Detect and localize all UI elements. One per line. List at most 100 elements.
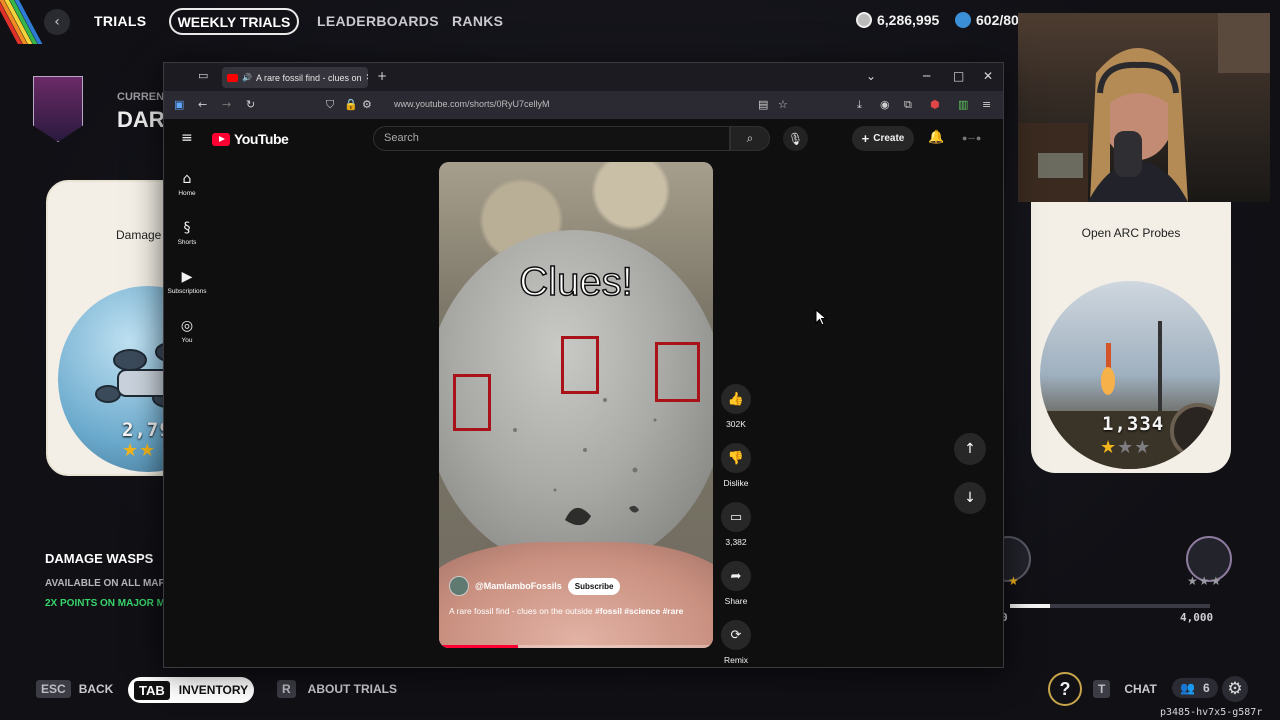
friends-icon: 👥 [1180,681,1195,695]
tier-progress-end: 4,000 [1180,611,1214,624]
back-action[interactable]: ESC BACK [36,680,113,698]
you-icon: ◎ [180,318,194,334]
tab-list-icon[interactable]: ▭ [198,69,208,82]
remix-button[interactable]: ⟳ Remix [719,620,753,665]
sidebar-item-home[interactable]: ⌂ Home [164,171,210,197]
remix-label: Remix [723,655,749,665]
channel-name[interactable]: @MamlamboFossils [475,581,562,591]
previous-short-button[interactable]: ↑ [954,433,986,465]
reload-icon[interactable]: ↻ [246,98,255,112]
back-arrow-icon[interactable]: ← [198,98,207,112]
tier-stars-left: ★ [1008,574,1020,588]
permissions-icon[interactable]: ⚙ [362,98,372,112]
microphone-icon: 🎙 [787,131,804,146]
trial-card-open-arc-probes[interactable]: Open ARC Probes 1,334 ★★★ [1031,201,1231,473]
notifications-bell-icon[interactable]: 🔔 [928,130,944,145]
browser-window: ▭ 🔊 A rare fossil find - clues on ✕ + ⌄ … [163,62,1004,668]
webcam-overlay [1018,13,1270,202]
minimize-button[interactable]: ─ [923,69,930,83]
challenge-title: DAMAGE WASPS [45,551,154,566]
tier-progress-bar [1010,604,1210,608]
sidebar-item-label: You [181,337,193,344]
annotation-box [561,336,599,394]
sidebar-item-label: Subscriptions [167,288,207,295]
trial-card-points: 1,334 [1102,413,1165,435]
sidebar-item-you[interactable]: ◎ You [164,318,210,344]
sidebar-item-subscriptions[interactable]: ▶ Subscriptions [164,269,210,295]
sidebar-item-label: Shorts [177,239,197,246]
like-button[interactable]: 👍 302K [719,384,753,429]
browser-titlebar: ▭ 🔊 A rare fossil find - clues on ✕ + ⌄ … [164,63,1003,91]
caption-hashtags[interactable]: #fossil #science #rare [595,606,683,616]
channel-avatar[interactable] [449,576,469,596]
lock-icon[interactable]: 🔒 [344,98,358,112]
inventory-label: INVENTORY [178,683,249,697]
sidebar-toggle-icon[interactable]: ▣ [174,98,184,112]
bookmark-star-icon[interactable]: ☆ [778,98,788,112]
annotation-box [655,342,700,402]
sidebar-item-shorts[interactable]: § Shorts [164,220,210,246]
chat-action[interactable]: T CHAT [1093,680,1157,698]
search-icon: ⌕ [746,131,754,145]
maximize-button[interactable]: □ [953,69,964,83]
nav-ranks[interactable]: RANKS [452,13,503,29]
account-icon[interactable]: ◉ [880,98,890,112]
plus-icon: + [861,131,870,146]
voice-search-button[interactable]: 🎙 [783,126,808,151]
youtube-page: ≡ YouTube Search ⌕ 🎙 + Create 🔔 ●─● ⌂ Ho… [164,119,1003,667]
mouse-cursor-icon [815,309,827,326]
esc-key: ESC [36,680,71,698]
yt-search-button[interactable]: ⌕ [730,126,770,151]
extensions-icon[interactable]: ⧉ [904,98,912,112]
close-window-button[interactable]: ✕ [983,69,993,83]
channel-row: @MamlamboFossils Subscribe [449,576,705,596]
token-balance: 602/80 [955,12,1019,28]
about-trials-action[interactable]: R ABOUT TRIALS [277,680,397,698]
tab-close-icon[interactable]: ✕ [366,72,368,83]
subscribe-button[interactable]: Subscribe [567,577,621,595]
reader-view-icon[interactable]: ▤ [758,98,768,112]
gear-icon: ⚙ [1227,679,1243,699]
nav-weekly-trials[interactable]: WEEKLY TRIALS [169,8,299,35]
tab-overflow-chevron-icon[interactable]: ⌄ [866,69,876,83]
annotation-box [453,374,491,431]
challenge-bonus: 2X POINTS ON MAJOR MA [45,598,173,609]
subscriptions-icon: ▶ [181,269,193,285]
help-button[interactable]: ? [1048,672,1082,706]
short-video-player[interactable]: Clues! @MamlamboFossils Subscribe A rare… [439,162,713,648]
youtube-logo-text: YouTube [234,131,289,147]
browser-toolbar: ▣ ← → ↻ ⛉ 🔒 ⚙ www.youtube.com/shorts/0Ry… [164,91,1003,119]
download-icon[interactable]: ⤓ [857,98,862,112]
shield-icon[interactable]: ⛉ [326,98,334,112]
yt-menu-icon[interactable]: ≡ [181,131,193,145]
equalizer-extension-icon[interactable]: ▥ [958,98,968,112]
address-bar[interactable]: www.youtube.com/shorts/0RyU7cellyM [394,99,550,109]
friends-button[interactable]: 👥 6 [1172,678,1218,698]
nav-trials[interactable]: TRIALS [94,13,146,29]
next-short-button[interactable]: ↓ [954,482,986,514]
short-progress-bar[interactable] [439,645,713,648]
inventory-button[interactable]: TAB INVENTORY [128,677,254,703]
session-id-watermark: p3485-hv7x5-g587r [1160,707,1263,718]
settings-gear-button[interactable]: ⚙ [1222,676,1248,702]
ublock-extension-icon[interactable]: ⬢ [930,98,940,112]
comments-button[interactable]: ▭ 3,382 [719,502,753,547]
arrow-up-icon: ↑ [964,441,976,457]
nav-leaderboards[interactable]: LEADERBOARDS [317,13,439,29]
share-button[interactable]: ➦ Share [719,561,753,606]
coin-balance-value: 6,286,995 [877,12,940,28]
menu-hamburger-icon[interactable]: ≡ [982,98,991,112]
youtube-logo[interactable]: YouTube [212,131,289,147]
yt-search-input[interactable]: Search [373,126,730,151]
thumbs-up-icon: 👍 [721,384,751,414]
back-arrow-button[interactable]: ‹ [44,9,70,35]
new-tab-button[interactable]: + [377,69,387,83]
remix-icon: ⟳ [721,620,751,650]
browser-tab-active[interactable]: 🔊 A rare fossil find - clues on ✕ [222,67,368,88]
trial-card-stars: ★★ [122,440,157,461]
dislike-button[interactable]: 👎 Dislike [719,443,753,488]
forward-arrow-icon[interactable]: → [222,98,231,112]
create-button[interactable]: + Create [852,126,914,151]
tab-key: TAB [134,680,170,700]
tab-title: A rare fossil find - clues on [255,72,362,83]
